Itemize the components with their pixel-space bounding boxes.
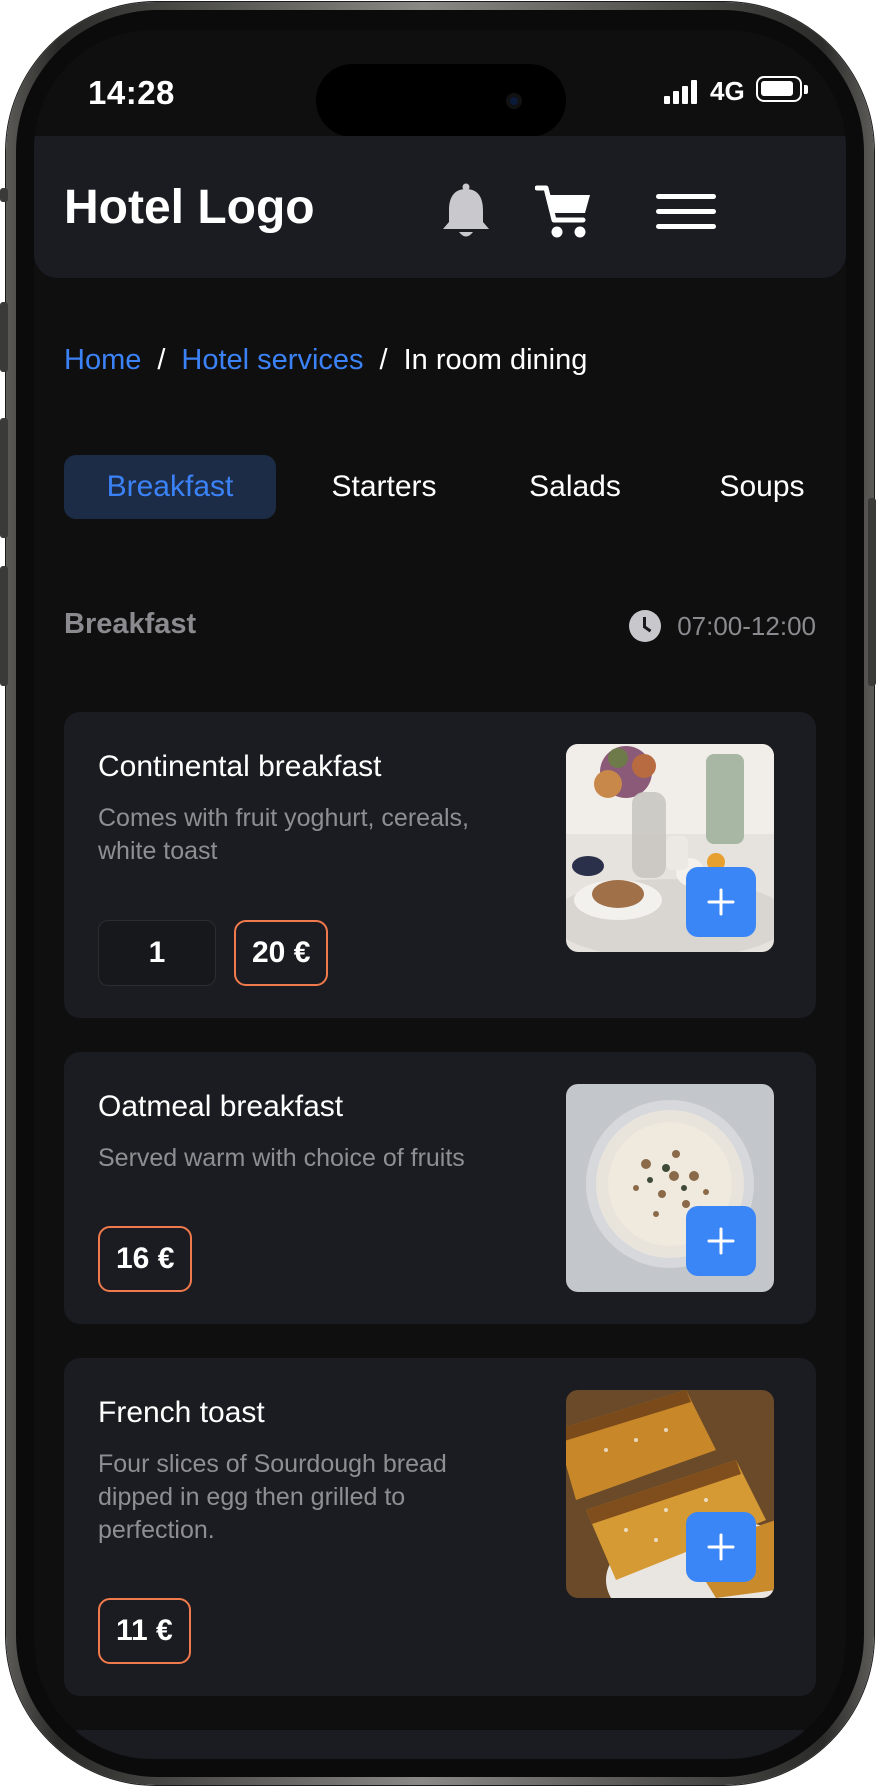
status-time: 14:28: [88, 74, 175, 111]
menu-item-card[interactable]: French toast Four slices of Sourdough br…: [64, 1358, 816, 1696]
item-name: French toast: [98, 1396, 265, 1429]
breadcrumb-separator: /: [157, 344, 166, 376]
side-button: [0, 188, 8, 202]
clock-icon: [629, 610, 662, 642]
power-button: [868, 498, 876, 686]
menu-item-card[interactable]: Oatmeal breakfast Served warm with choic…: [64, 1052, 816, 1324]
menu-icon[interactable]: [654, 182, 718, 242]
price-badge: 16 €: [98, 1226, 193, 1292]
hotel-logo[interactable]: Hotel Logo: [64, 180, 315, 235]
status-bar: 14:28 4G: [34, 30, 846, 140]
item-description: Served warm with choice of fruits: [98, 1144, 465, 1172]
tab-soups[interactable]: Soups: [692, 455, 816, 519]
breadcrumb: Home / Hotel services / In room dining: [64, 344, 587, 377]
volume-down-button: [0, 566, 8, 686]
cart-icon[interactable]: [534, 182, 594, 242]
plus-icon: [707, 1533, 735, 1561]
quantity-field[interactable]: 1: [98, 920, 216, 986]
service-hours: 07:00-12:00: [629, 610, 816, 642]
menu-item-card[interactable]: Continental breakfast Comes with fruit y…: [64, 712, 816, 1018]
plus-icon: [707, 1227, 735, 1255]
add-to-cart-button[interactable]: [686, 1512, 756, 1582]
bell-icon[interactable]: [436, 182, 496, 242]
tab-starters[interactable]: Starters: [310, 455, 458, 519]
item-description: Comes with fruit yoghurt, cereals, white…: [98, 804, 469, 865]
item-name: Continental breakfast: [98, 750, 382, 783]
hours-text: 07:00-12:00: [677, 610, 816, 641]
breadcrumb-hotel-services[interactable]: Hotel services: [181, 344, 363, 376]
next-card-peek: [64, 1730, 816, 1759]
volume-up-button: [0, 418, 8, 538]
category-tabs: Breakfast Starters Salads Soups: [64, 455, 816, 519]
breadcrumb-current: In room dining: [403, 344, 588, 376]
silent-switch: [0, 302, 8, 372]
battery-icon: [756, 76, 808, 102]
item-name: Oatmeal breakfast: [98, 1090, 344, 1123]
section-title: Breakfast: [64, 608, 197, 640]
network-type: 4G: [710, 76, 745, 106]
signal-icon: [664, 80, 700, 104]
plus-icon: [707, 888, 735, 916]
item-description: Four slices of Sourdough bread dipped in…: [98, 1450, 447, 1544]
price-badge: 11 €: [98, 1598, 191, 1664]
breadcrumb-home[interactable]: Home: [64, 344, 141, 376]
breadcrumb-separator: /: [379, 344, 388, 376]
app-screen: 14:28 4G Hotel Logo Home / Hotel service…: [34, 30, 846, 1759]
tab-salads[interactable]: Salads: [510, 455, 640, 519]
app-header: Hotel Logo: [34, 136, 846, 278]
dynamic-island: [316, 64, 566, 137]
add-to-cart-button[interactable]: [686, 867, 756, 937]
tab-breakfast[interactable]: Breakfast: [64, 455, 276, 519]
price-badge: 20 €: [234, 920, 329, 986]
add-to-cart-button[interactable]: [686, 1206, 756, 1276]
camera-icon: [506, 93, 522, 109]
